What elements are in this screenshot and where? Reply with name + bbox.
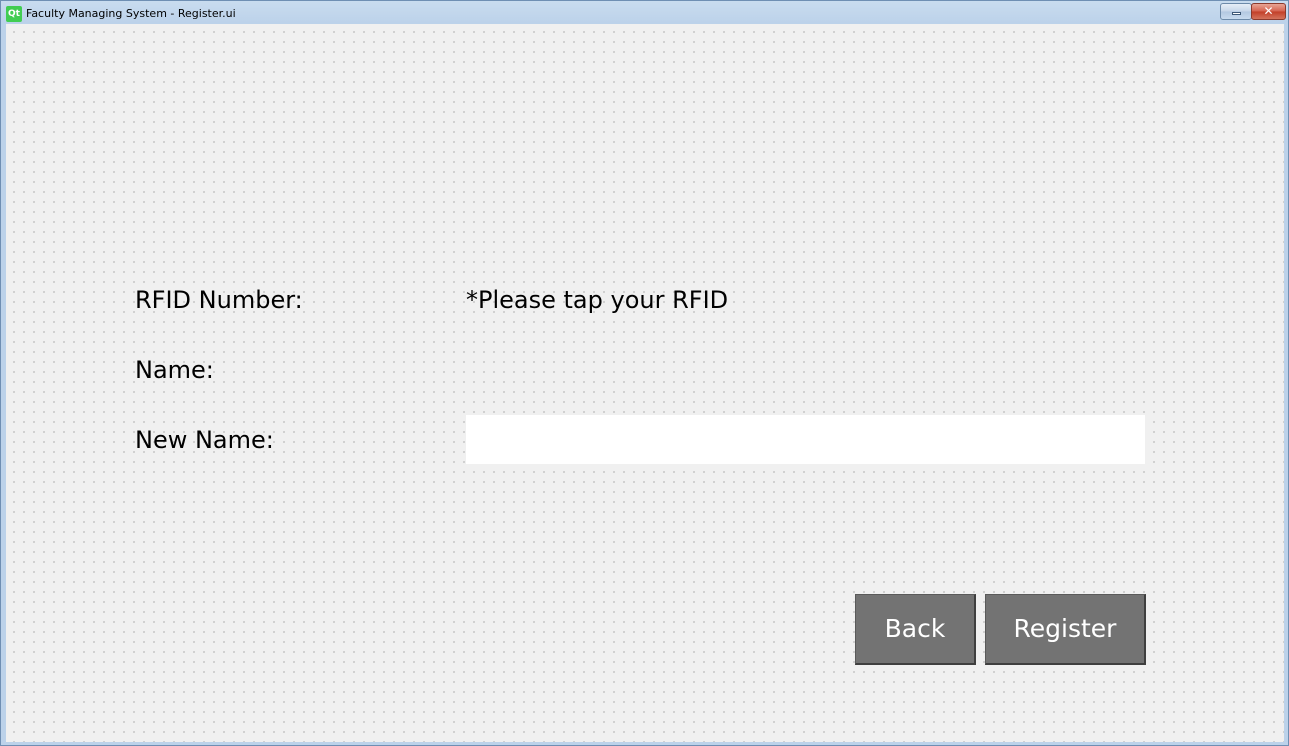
minimize-button[interactable] (1220, 3, 1252, 20)
window-title: Faculty Managing System - Register.ui (26, 7, 236, 20)
register-button[interactable]: Register (985, 594, 1146, 665)
form-canvas: RFID Number: *Please tap your RFID Name:… (6, 24, 1284, 742)
app-window: Qt Faculty Managing System - Register.ui… (0, 0, 1289, 746)
close-button[interactable]: ✕ (1251, 3, 1286, 20)
rfid-number-label: RFID Number: (135, 286, 303, 314)
title-bar[interactable]: Qt Faculty Managing System - Register.ui… (1, 1, 1288, 23)
name-label: Name: (135, 356, 214, 384)
close-icon: ✕ (1263, 4, 1274, 18)
new-name-input[interactable] (466, 415, 1145, 464)
back-button[interactable]: Back (855, 594, 976, 665)
minimize-icon (1232, 12, 1241, 15)
qt-app-icon: Qt (6, 6, 22, 22)
new-name-label: New Name: (135, 426, 274, 454)
rfid-hint-text: *Please tap your RFID (466, 286, 729, 314)
